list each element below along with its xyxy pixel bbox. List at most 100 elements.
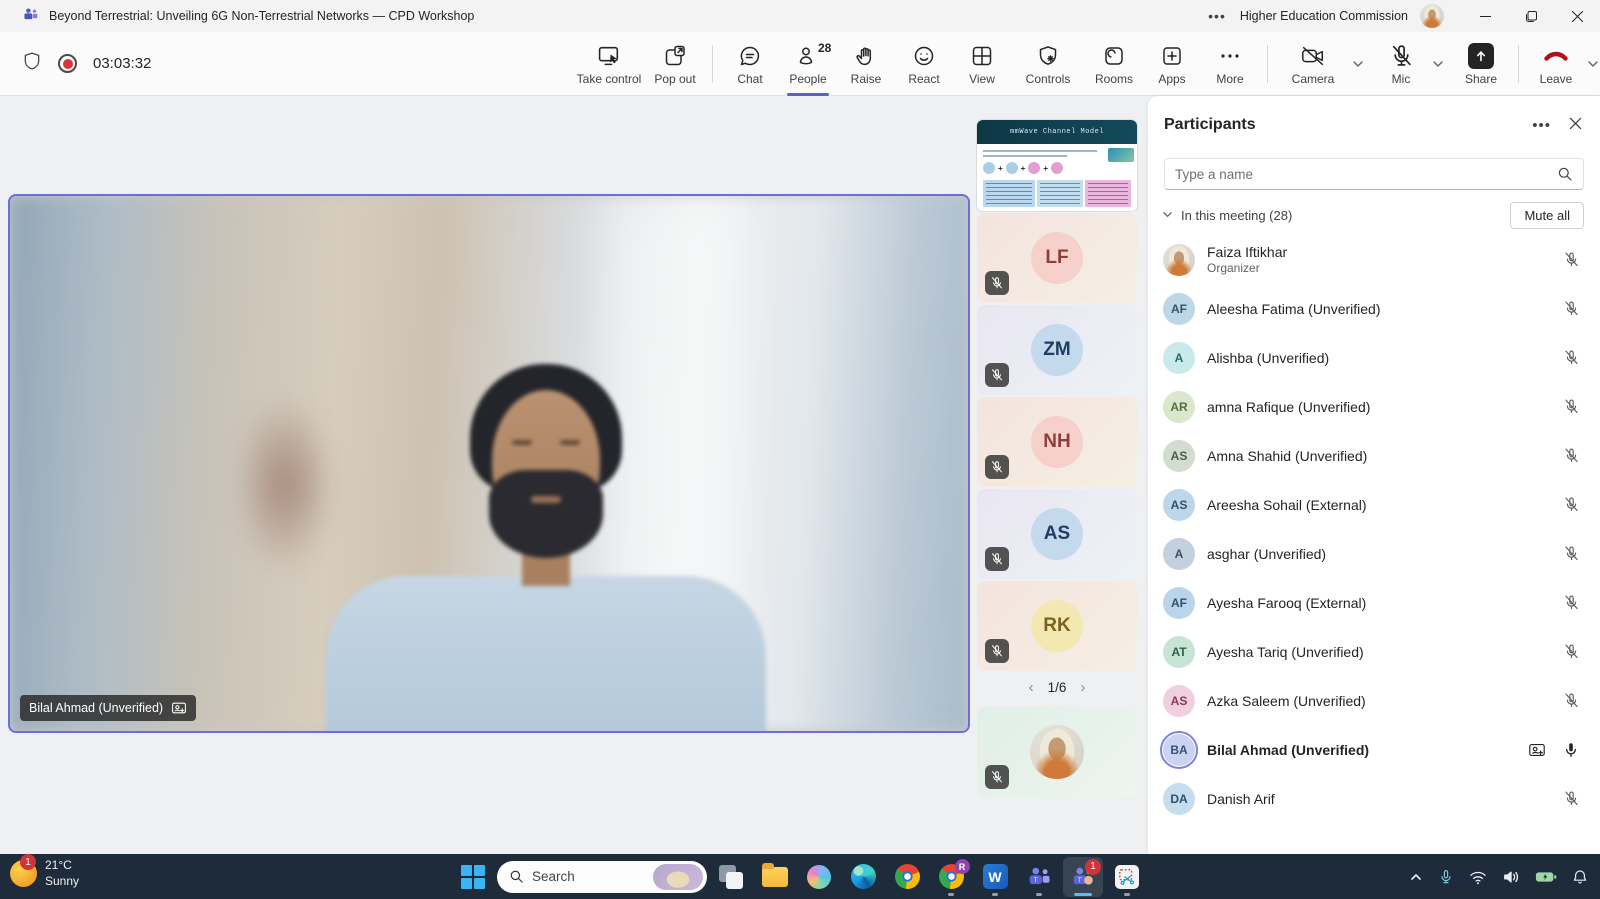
participant-row[interactable]: ASAzka Saleem (Unverified) [1148, 676, 1600, 725]
participant-row[interactable]: Faiza IftikharOrganizer [1148, 235, 1600, 284]
mic-off-icon [990, 368, 1004, 382]
weather-temp: 21°C [45, 858, 79, 874]
titlebar-more-icon[interactable]: ••• [1194, 8, 1240, 24]
view-icon [970, 43, 994, 69]
next-page-icon[interactable]: › [1080, 679, 1085, 696]
search-icon[interactable] [1557, 166, 1573, 182]
tray-battery-icon[interactable] [1535, 870, 1557, 884]
prev-page-icon[interactable]: ‹ [1029, 679, 1034, 696]
mute-all-button[interactable]: Mute all [1510, 202, 1584, 229]
avatar: AS [1031, 508, 1083, 560]
share-button[interactable]: Share [1452, 32, 1510, 96]
participant-row[interactable]: ASAreesha Sohail (External) [1148, 480, 1600, 529]
edge-button[interactable] [843, 857, 883, 897]
participant-tile[interactable]: AS [977, 489, 1137, 579]
task-view-button[interactable] [711, 857, 751, 897]
speaker-name-tag: Bilal Ahmad (Unverified) [20, 695, 196, 721]
participant-row[interactable]: AR amna Rafique (Unverified) [1148, 382, 1600, 431]
avatar: AR [1163, 391, 1195, 423]
tray-volume-icon[interactable] [1502, 869, 1520, 885]
chat-button[interactable]: Chat [721, 32, 779, 96]
word-button[interactable]: W [975, 857, 1015, 897]
participant-tile[interactable]: RK [977, 581, 1137, 671]
participant-tile[interactable]: LF [977, 213, 1137, 303]
panel-more-icon[interactable]: ••• [1532, 117, 1551, 134]
teams-meeting-button[interactable]: T 1 [1063, 857, 1103, 897]
rooms-button[interactable]: Rooms [1085, 32, 1143, 96]
participant-name: Faiza Iftikhar [1207, 244, 1287, 260]
mic-off-icon [1389, 43, 1414, 69]
mic-off-icon [1563, 349, 1580, 366]
copilot-button[interactable] [799, 857, 839, 897]
shield-icon[interactable] [22, 50, 42, 77]
close-button[interactable] [1554, 0, 1600, 32]
avatar: ZM [1031, 324, 1083, 376]
participant-strip: mmWave Channel Model + + + LFZMNHASRK ‹ … [977, 120, 1137, 797]
participant-name: amna Rafique (Unverified) [1207, 399, 1370, 415]
spotlight-icon [171, 700, 187, 716]
participant-tile[interactable]: ZM [977, 305, 1137, 395]
mic-off-icon [1563, 692, 1580, 709]
toolbar-divider [712, 45, 713, 83]
weather-widget[interactable]: 1 21°C Sunny [10, 858, 79, 889]
camera-options-chevron-icon[interactable] [1350, 32, 1366, 96]
taskbar-search[interactable]: Search [497, 861, 707, 893]
mic-muted-chip [985, 639, 1009, 663]
participant-row[interactable]: AFAyesha Farooq (External) [1148, 578, 1600, 627]
snipping-tool-button[interactable] [1107, 857, 1147, 897]
tray-mic-icon[interactable] [1438, 869, 1454, 885]
panel-close-icon[interactable] [1569, 117, 1582, 133]
toolbar-divider [1267, 45, 1268, 83]
take-control-button[interactable]: Take control [572, 32, 646, 96]
participant-name: Aleesha Fatima (Unverified) [1207, 301, 1381, 317]
minimize-button[interactable] [1462, 0, 1508, 32]
avatar [1163, 244, 1195, 276]
leave-options-chevron-icon[interactable] [1585, 32, 1600, 96]
tray-chevron-icon[interactable] [1409, 870, 1423, 884]
leave-button[interactable]: Leave [1527, 32, 1585, 96]
section-chevron-icon[interactable] [1162, 209, 1173, 223]
raise-hand-button[interactable]: Raise [837, 32, 895, 96]
mic-off-icon [1563, 251, 1580, 268]
edge-icon [851, 864, 876, 889]
file-explorer-button[interactable] [755, 857, 795, 897]
recording-indicator-icon [58, 54, 77, 73]
avatar: AS [1163, 440, 1195, 472]
copilot-icon [807, 865, 831, 889]
maximize-button[interactable] [1508, 0, 1554, 32]
search-input[interactable] [1175, 167, 1557, 182]
mic-off-icon [1563, 398, 1580, 415]
participant-tile[interactable]: NH [977, 397, 1137, 487]
speaker-name: Bilal Ahmad (Unverified) [29, 701, 163, 715]
controls-button[interactable]: Controls [1011, 32, 1085, 96]
participant-row[interactable]: BABilal Ahmad (Unverified) [1148, 725, 1600, 774]
start-button[interactable] [453, 857, 493, 897]
chrome-profile-button[interactable]: R [931, 857, 971, 897]
react-button[interactable]: React [895, 32, 953, 96]
pop-out-button[interactable]: Pop out [646, 32, 704, 96]
participant-row[interactable]: ATAyesha Tariq (Unverified) [1148, 627, 1600, 676]
speaker-silhouette [10, 196, 968, 731]
account-avatar[interactable] [1420, 4, 1444, 28]
participant-row[interactable]: AFAleesha Fatima (Unverified) [1148, 284, 1600, 333]
participant-video-tile[interactable] [977, 707, 1137, 797]
apps-button[interactable]: Apps [1143, 32, 1201, 96]
more-icon [1218, 43, 1242, 69]
main-video-tile[interactable]: Bilal Ahmad (Unverified) [8, 194, 970, 733]
people-button[interactable]: 28 People [779, 32, 837, 96]
more-button[interactable]: More [1201, 32, 1259, 96]
mic-button[interactable]: Mic [1372, 32, 1430, 96]
speaking-ring: BA [1160, 731, 1198, 769]
shared-content-thumbnail[interactable]: mmWave Channel Model + + + [977, 120, 1137, 211]
camera-button[interactable]: Camera [1276, 32, 1350, 96]
participant-row[interactable]: ASAmna Shahid (Unverified) [1148, 431, 1600, 480]
tray-wifi-icon[interactable] [1469, 869, 1487, 885]
teams-button[interactable]: T [1019, 857, 1059, 897]
mic-options-chevron-icon[interactable] [1430, 32, 1446, 96]
tray-bell-icon[interactable] [1572, 869, 1588, 885]
participant-row[interactable]: Aasghar (Unverified) [1148, 529, 1600, 578]
participant-row[interactable]: AAlishba (Unverified) [1148, 333, 1600, 382]
participant-row[interactable]: DADanish Arif [1148, 774, 1600, 823]
chrome-button[interactable] [887, 857, 927, 897]
view-button[interactable]: View [953, 32, 1011, 96]
